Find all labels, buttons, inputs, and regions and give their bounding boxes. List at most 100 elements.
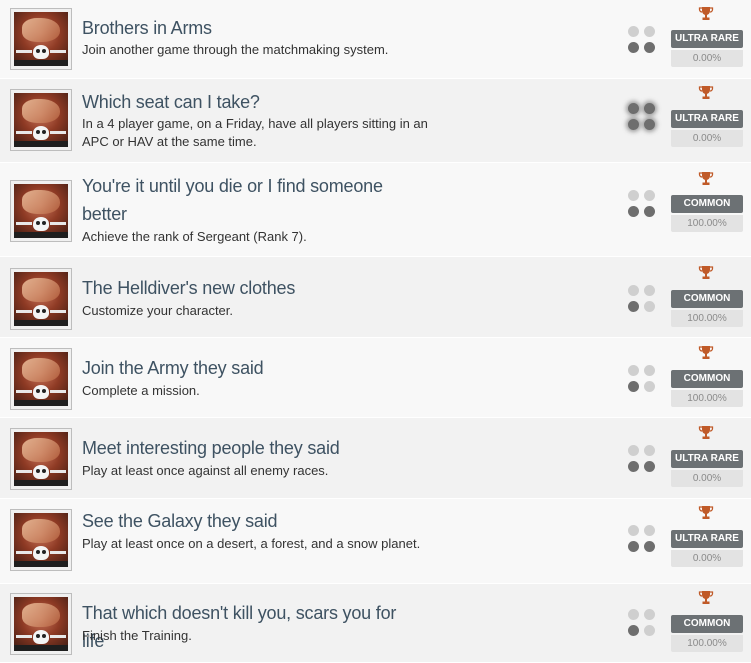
achievement-list: Brothers in Arms Join another game throu… <box>0 0 751 663</box>
achievement-row[interactable]: Brothers in Arms Join another game throu… <box>0 0 751 79</box>
achievement-thumbnail <box>10 8 72 70</box>
achievement-description: Play at least once on a desert, a forest… <box>82 536 421 551</box>
achievement-description: In a 4 player game, on a Friday, have al… <box>82 116 428 149</box>
progress-dot <box>628 541 639 552</box>
achievement-thumbnail <box>10 428 72 490</box>
progress-dots <box>628 190 658 218</box>
unlock-percentage: 0.00% <box>671 470 743 487</box>
achievement-title: The Helldiver's new clothes <box>82 278 296 298</box>
trophy-icon <box>698 86 714 99</box>
achievement-row[interactable]: Join the Army they said Complete a missi… <box>0 338 751 418</box>
achievement-thumbnail <box>10 89 72 151</box>
vehicle-icon <box>14 93 68 147</box>
achievement-thumbnail <box>10 180 72 242</box>
unlock-percentage: 100.00% <box>671 310 743 327</box>
unlock-percentage: 100.00% <box>671 635 743 652</box>
progress-dot <box>628 381 639 392</box>
achievement-title: Join the Army they said <box>82 358 264 378</box>
progress-dot <box>644 625 655 636</box>
progress-dot <box>628 42 639 53</box>
progress-dots <box>628 103 658 131</box>
achievement-title: You're it until you die or I find someon… <box>82 176 383 224</box>
rarity-badge: ULTRA RARE <box>671 30 743 48</box>
progress-dot <box>644 445 655 456</box>
trophy-icon <box>698 506 714 519</box>
achievement-title: Brothers in Arms <box>82 18 212 38</box>
unlock-percentage: 0.00% <box>671 50 743 67</box>
achievement-description: Play at least once against all enemy rac… <box>82 463 329 478</box>
progress-dot <box>628 190 639 201</box>
progress-dot <box>644 365 655 376</box>
progress-dot <box>644 42 655 53</box>
progress-dots <box>628 525 658 553</box>
achievement-thumbnail <box>10 509 72 571</box>
rarity-badge: COMMON <box>671 290 743 308</box>
progress-dots <box>628 26 658 54</box>
achievement-row[interactable]: You're it until you die or I find someon… <box>0 163 751 257</box>
progress-dot <box>644 26 655 37</box>
progress-dot <box>628 119 639 130</box>
progress-dots <box>628 365 658 393</box>
progress-dot <box>644 609 655 620</box>
achievement-description: Achieve the rank of Sergeant (Rank 7). <box>82 229 307 244</box>
training-icon <box>14 597 68 651</box>
trophy-icon <box>698 266 714 279</box>
unlock-percentage: 0.00% <box>671 550 743 567</box>
sergeant-icon <box>14 184 68 238</box>
achievement-row[interactable]: That which doesn't kill you, scars you f… <box>0 584 751 663</box>
enemy-races-icon <box>14 432 68 486</box>
progress-dot <box>628 103 639 114</box>
rarity-badge: ULTRA RARE <box>671 110 743 128</box>
progress-dot <box>628 609 639 620</box>
unlock-percentage: 100.00% <box>671 390 743 407</box>
trophy-icon <box>698 346 714 359</box>
progress-dot <box>644 541 655 552</box>
progress-dot <box>628 285 639 296</box>
progress-dot <box>628 206 639 217</box>
rarity-badge: COMMON <box>671 195 743 213</box>
customize-icon <box>14 272 68 326</box>
galaxy-icon <box>14 513 68 567</box>
achievement-row[interactable]: The Helldiver's new clothes Customize yo… <box>0 257 751 338</box>
rarity-badge: ULTRA RARE <box>671 530 743 548</box>
achievement-description: Customize your character. <box>82 303 234 318</box>
achievement-thumbnail <box>10 348 72 410</box>
rarity-badge: ULTRA RARE <box>671 450 743 468</box>
trophy-icon <box>698 591 714 604</box>
achievement-thumbnail <box>10 268 72 330</box>
progress-dot <box>628 445 639 456</box>
achievement-thumbnail <box>10 593 72 655</box>
progress-dot <box>644 119 655 130</box>
handshake-icon <box>14 12 68 66</box>
trophy-icon <box>698 7 714 20</box>
achievement-row[interactable]: See the Galaxy they said Play at least o… <box>0 499 751 584</box>
progress-dot <box>628 525 639 536</box>
progress-dot <box>644 301 655 312</box>
progress-dots <box>628 445 658 473</box>
progress-dot <box>628 625 639 636</box>
rarity-badge: COMMON <box>671 615 743 633</box>
achievement-row[interactable]: Meet interesting people they said Play a… <box>0 418 751 499</box>
trophy-icon <box>698 426 714 439</box>
achievement-title: Meet interesting people they said <box>82 438 340 458</box>
achievement-row[interactable]: Which seat can I take? In a 4 player gam… <box>0 79 751 163</box>
progress-dot <box>644 285 655 296</box>
achievement-description: Complete a mission. <box>82 383 200 398</box>
progress-dot <box>628 365 639 376</box>
achievement-title: See the Galaxy they said <box>82 511 278 531</box>
achievement-description: Join another game through the matchmakin… <box>82 42 389 57</box>
progress-dot <box>644 381 655 392</box>
unlock-percentage: 0.00% <box>671 130 743 147</box>
progress-dot <box>644 206 655 217</box>
progress-dot <box>628 301 639 312</box>
progress-dots <box>628 609 658 637</box>
rarity-badge: COMMON <box>671 370 743 388</box>
progress-dot <box>628 461 639 472</box>
progress-dot <box>644 190 655 201</box>
achievement-description: Finish the Training. <box>82 628 192 643</box>
trophy-icon <box>698 172 714 185</box>
unlock-percentage: 100.00% <box>671 215 743 232</box>
progress-dot <box>644 525 655 536</box>
progress-dots <box>628 285 658 313</box>
progress-dot <box>644 461 655 472</box>
